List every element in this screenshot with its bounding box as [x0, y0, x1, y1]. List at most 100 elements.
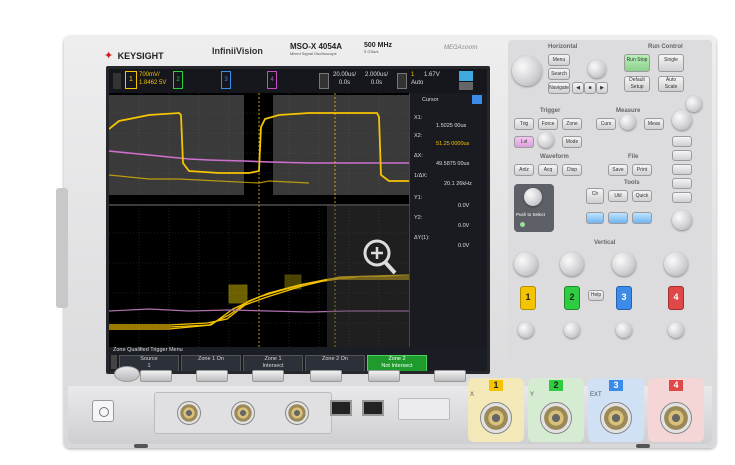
branding-band: ✦ KEYSIGHT InfiniiVision MSO-X 4054A Mix… [72, 40, 502, 62]
zone-2-box [284, 274, 302, 290]
ch3-button[interactable]: 3 [616, 286, 632, 310]
front-panel: Horizontal Run Control Menu Search Navig… [508, 40, 712, 366]
usb-port-2[interactable] [362, 400, 384, 416]
zone-button[interactable]: Zone [562, 118, 582, 130]
search-button[interactable]: Search [548, 68, 570, 80]
entry-knob[interactable] [686, 96, 702, 112]
acquire-button[interactable]: Acq [538, 164, 558, 176]
ch1-offset-knob[interactable] [518, 322, 534, 338]
select-knob[interactable] [524, 188, 542, 206]
trigger-button[interactable]: Trig [514, 118, 534, 130]
wavegen-output-bnc[interactable] [177, 401, 201, 425]
print-button[interactable]: Print [632, 164, 652, 176]
help-button[interactable]: Help [588, 290, 604, 301]
softkey-3[interactable] [252, 370, 284, 382]
softkey-5[interactable] [368, 370, 400, 382]
tools-label: Tools [624, 180, 640, 186]
ch1-bnc[interactable] [480, 402, 512, 434]
softkey-6[interactable] [434, 370, 466, 382]
power-button[interactable] [92, 400, 114, 422]
cursor-knob[interactable] [620, 114, 636, 130]
trigger-level-knob[interactable] [538, 132, 554, 148]
nav-forward-icon[interactable]: ▶ [596, 82, 608, 94]
auto-scale-button[interactable]: Auto Scale [658, 76, 684, 92]
model-number: MSO-X 4054A [290, 42, 343, 51]
utility-button[interactable]: Util [608, 190, 628, 202]
ch3-offset-knob[interactable] [616, 322, 632, 338]
default-setup-button[interactable]: Default Setup [624, 76, 650, 92]
usb-port-1[interactable] [330, 400, 352, 416]
side-key-3[interactable] [672, 164, 692, 175]
vertical-label: Vertical [594, 240, 616, 246]
y1-value: 0.0V [458, 203, 470, 209]
waveform-label: Waveform [540, 154, 569, 160]
horizontal-scale-knob[interactable] [512, 56, 542, 86]
ch3-scale-knob[interactable] [612, 252, 636, 276]
mode-coupling-button[interactable]: Mode [562, 136, 582, 148]
ch4-bnc[interactable] [660, 402, 692, 434]
ch4-button[interactable]: 4 [668, 286, 684, 310]
bottom-strip: 1 X 2 Y 3 EXT 4 [68, 378, 712, 444]
ch1-indicator[interactable]: 1 [125, 71, 137, 89]
acquire-icon [459, 82, 473, 90]
wavegen-button[interactable] [608, 212, 628, 224]
ch2-button-label: 2 [569, 292, 575, 302]
ch4-indicator[interactable]: 4 [267, 71, 277, 89]
softkey-4[interactable] [310, 370, 342, 382]
horizontal-position-knob[interactable] [588, 60, 606, 78]
aux-bnc[interactable] [285, 401, 309, 425]
side-knob-top[interactable] [672, 110, 692, 130]
side-knob-bottom[interactable] [672, 210, 692, 230]
back-button[interactable] [114, 366, 140, 382]
menu-back-icon[interactable] [111, 355, 117, 369]
softkey-2[interactable] [196, 370, 228, 382]
horizontal-menu-button[interactable]: Menu [548, 54, 570, 66]
ch2-button[interactable]: 2 [564, 286, 580, 310]
digital-channel-connector[interactable] [398, 398, 450, 420]
run-control-label: Run Control [648, 44, 683, 50]
cursors-button[interactable]: Curs [596, 118, 616, 130]
quick-action-button[interactable]: Quick [632, 190, 652, 202]
horizontal-label: Horizontal [548, 44, 578, 50]
ext-input-label: EXT [590, 392, 602, 398]
side-key-5[interactable] [672, 192, 692, 203]
ch2-offset-knob[interactable] [564, 322, 580, 338]
ch4-scale-knob[interactable] [664, 252, 688, 276]
bandwidth-block: 500 MHz 5 GSa/s [364, 42, 392, 54]
menu-key-icon[interactable] [113, 73, 121, 89]
nav-stop-icon[interactable]: ■ [584, 82, 596, 94]
analyze-button[interactable]: Anlz [514, 164, 534, 176]
display-button[interactable]: Disp [562, 164, 582, 176]
file-label: File [628, 154, 639, 160]
ch1-button[interactable]: 1 [520, 286, 536, 310]
side-key-2[interactable] [672, 150, 692, 161]
ch3-indicator[interactable]: 3 [221, 71, 231, 89]
gen-out-bnc[interactable] [231, 401, 255, 425]
run-status-icon [459, 71, 473, 81]
ch3-bnc[interactable] [600, 402, 632, 434]
level-button[interactable]: Lvl [514, 136, 534, 148]
inv-dx-value: 20.1 26kHz [444, 181, 472, 187]
save-recall-button[interactable]: Save [608, 164, 628, 176]
nav-back-icon[interactable]: ◀ [572, 82, 584, 94]
ch4-offset-knob[interactable] [668, 322, 684, 338]
waveform-gen-button[interactable] [586, 212, 604, 224]
side-key-1[interactable] [672, 136, 692, 147]
run-stop-button[interactable]: Run Stop [624, 54, 650, 72]
navigate-button[interactable]: Navigate [548, 82, 570, 94]
meas-button[interactable]: Meas [644, 118, 664, 130]
side-key-4[interactable] [672, 178, 692, 189]
single-button[interactable]: Single [658, 54, 684, 72]
force-trigger-button[interactable]: Force [538, 118, 558, 130]
help-button-wrap: Help [588, 290, 604, 301]
digital-button[interactable] [632, 212, 652, 224]
x2-label: X2: [414, 133, 423, 139]
ch2-bnc[interactable] [540, 402, 572, 434]
softkey-1[interactable] [140, 370, 172, 382]
ch2-scale-knob[interactable] [560, 252, 584, 276]
clear-display-button[interactable]: Clr [586, 188, 604, 204]
ch1-scale-knob[interactable] [514, 252, 538, 276]
ch2-indicator[interactable]: 2 [173, 71, 183, 89]
cursor-panel-close-icon[interactable] [472, 95, 482, 104]
ch1-input-panel: 1 X [468, 378, 524, 442]
